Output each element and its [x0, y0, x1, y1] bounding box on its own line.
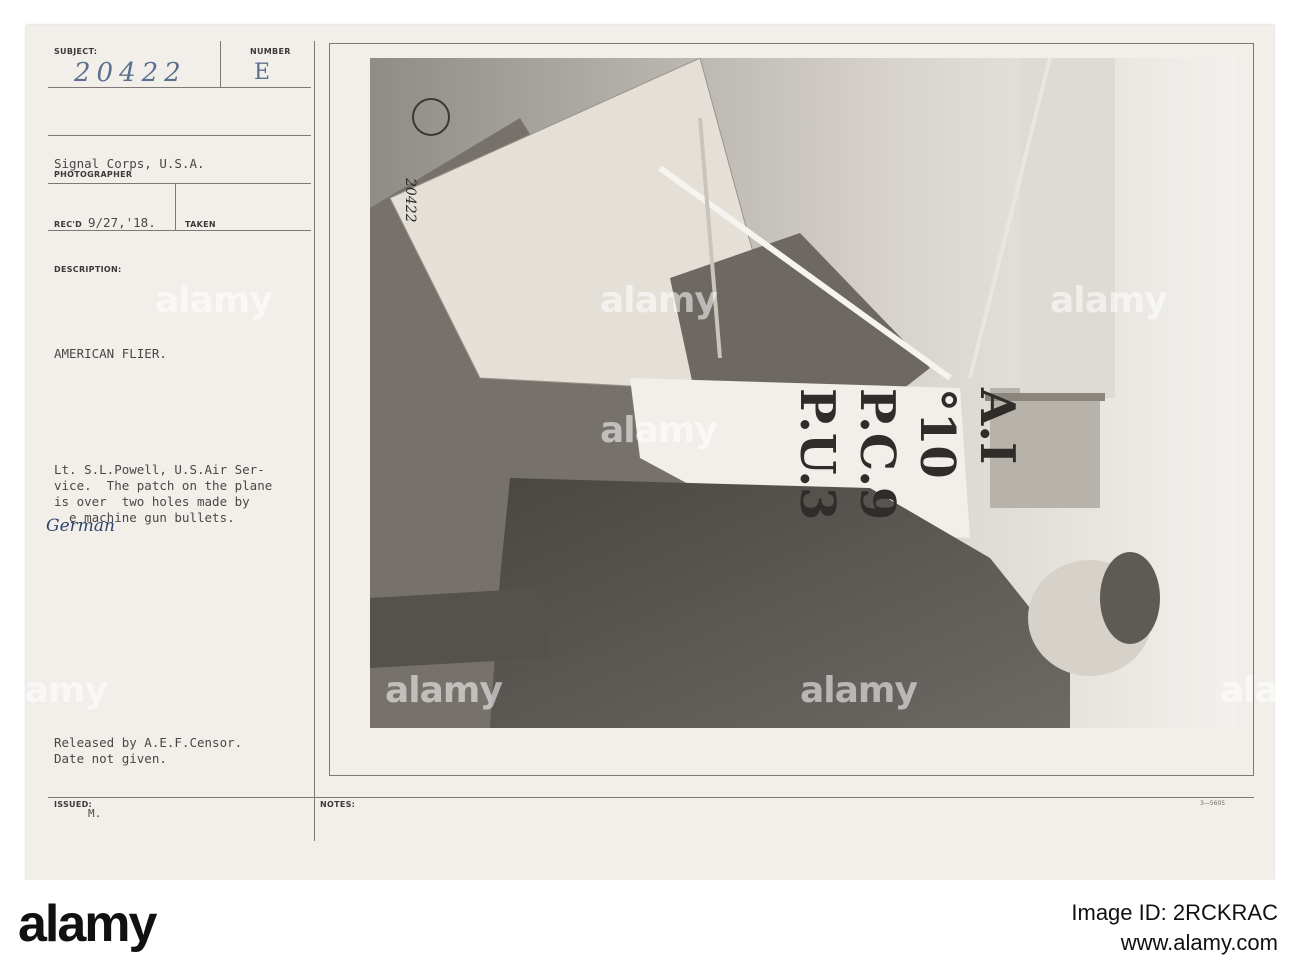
watermark: alamy — [600, 280, 718, 321]
alamy-logo: alamy — [18, 895, 157, 953]
description-label: DESCRIPTION: — [54, 265, 122, 274]
issued-value: M. — [88, 807, 102, 820]
plane-marking: A.I — [969, 388, 1025, 465]
image-id: Image ID: 2RCKRAC — [1071, 900, 1278, 925]
form-rule — [48, 135, 311, 136]
watermark: alamy — [600, 410, 718, 451]
photographer-value: Signal Corps, U.S.A. — [54, 156, 205, 171]
release-line: Released by A.E.F.Censor. — [54, 735, 243, 750]
form-rule — [220, 41, 221, 87]
taken-label: TAKEN — [185, 220, 216, 229]
watermark: alamy — [0, 670, 108, 711]
watermark: alamy — [155, 280, 273, 321]
subject-label: SUBJECT: — [54, 47, 98, 56]
form-rule — [175, 183, 176, 230]
plane-marking: P.U.3 — [789, 388, 845, 521]
issued-label: ISSUED: — [54, 800, 93, 809]
website-url[interactable]: www.alamy.com — [1121, 930, 1278, 956]
form-rule — [48, 230, 311, 231]
watermark: alamy — [385, 670, 503, 711]
description-line: vice. The patch on the plane — [54, 478, 273, 493]
plane-marking: °10 — [909, 388, 965, 479]
notes-label: NOTES: — [320, 800, 356, 809]
watermark: alamy — [1220, 670, 1300, 711]
watermark: alamy — [800, 670, 918, 711]
plane-marking: P.C.9 — [849, 388, 905, 521]
photograph: A.I °10 P.C.9 P.U.3 20422 — [370, 58, 1236, 728]
release-line: Date not given. — [54, 751, 167, 766]
watermark: alamy — [1050, 280, 1168, 321]
handwritten-correction: German — [46, 516, 115, 536]
photo-title: AMERICAN FLIER. — [54, 346, 167, 361]
photo-number-stamp: 20422 — [402, 178, 418, 223]
description-line: Lt. S.L.Powell, U.S.Air Ser- — [54, 462, 265, 477]
signal-corps-stamp — [412, 98, 450, 136]
recd-label: REC'D — [54, 220, 83, 229]
subject-number: 20422 — [74, 58, 187, 88]
description-line: is over two holes made by — [54, 494, 250, 509]
form-divider — [314, 41, 315, 841]
number-label: NUMBER — [250, 47, 291, 56]
footer-band: alamy Image ID: 2RCKRAC www.alamy.com — [0, 880, 1300, 969]
form-rule — [48, 183, 311, 184]
form-rule — [48, 797, 1254, 798]
recd-date: 9/27,'18. — [88, 215, 156, 230]
number-value: E — [254, 60, 271, 85]
photographer-label: PHOTOGRAPHER — [54, 170, 133, 179]
form-number: 3—5605 — [1200, 800, 1226, 807]
